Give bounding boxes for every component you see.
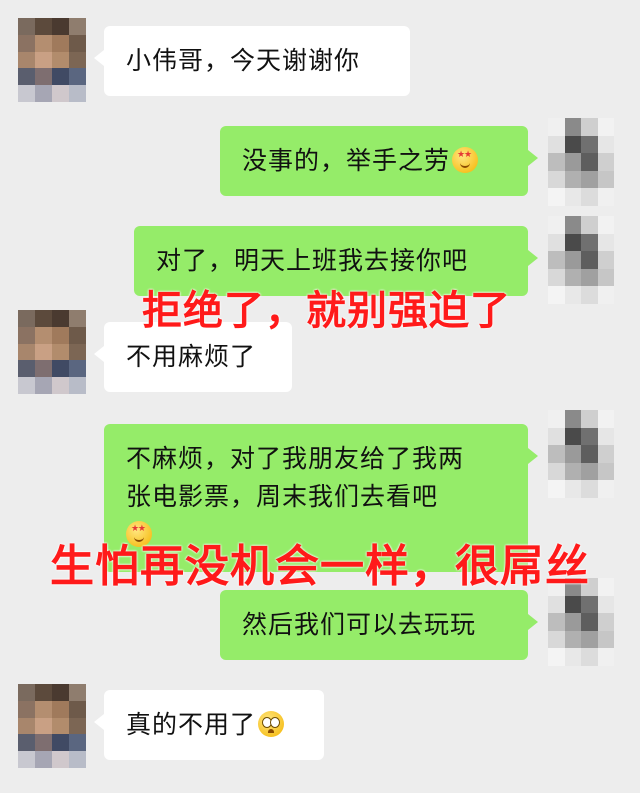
contact-avatar[interactable] (18, 18, 86, 102)
my-avatar[interactable] (548, 118, 614, 206)
message-bubble-sent[interactable]: 然后我们可以去玩玩 (220, 590, 538, 660)
my-avatar[interactable] (548, 410, 614, 498)
message-text: 真的不用了 (126, 710, 257, 739)
overlay-caption: 生怕再没机会一样，很屌丝 (50, 541, 590, 592)
message-text-line: 不麻烦，对了我朋友给了我两 (126, 444, 465, 473)
message-text: 小伟哥，今天谢谢你 (126, 46, 361, 75)
message-bubble-received[interactable]: 真的不用了 (94, 690, 324, 760)
contact-avatar[interactable] (18, 684, 86, 768)
my-avatar[interactable] (548, 216, 614, 304)
star-struck-face-icon (452, 147, 479, 173)
message-text: 没事的，举手之劳 (242, 146, 451, 175)
message-text: 然后我们可以去玩玩 (242, 610, 477, 639)
message-bubble-sent[interactable]: 没事的，举手之劳 (220, 126, 538, 196)
contact-avatar[interactable] (18, 310, 86, 394)
overlay-caption: 拒绝了，就别强迫了 (142, 288, 511, 334)
message-text-line: 张电影票，周末我们去看吧 (126, 482, 439, 511)
pleading-face-icon (258, 711, 285, 737)
message-text: 对了，明天上班我去接你吧 (156, 246, 469, 275)
message-bubble-received[interactable]: 小伟哥，今天谢谢你 (94, 26, 410, 96)
message-text: 不用麻烦了 (126, 342, 257, 371)
